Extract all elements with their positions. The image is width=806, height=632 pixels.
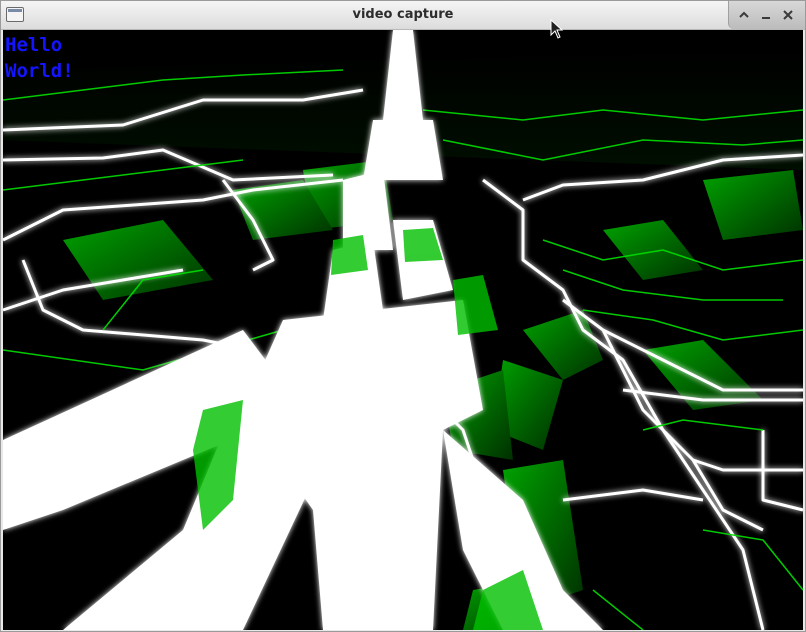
overlay-world: World! [5,60,74,82]
title-bar[interactable]: video capture [1,1,805,30]
mouse-pointer-icon [550,18,564,43]
maximize-icon[interactable] [737,8,751,22]
overlay-hello: Hello [5,34,63,56]
window-controls [728,1,805,29]
app-window: video capture Hello World! [0,0,806,632]
neon-grid-scene [3,30,803,630]
close-icon[interactable] [781,8,795,22]
video-canvas[interactable]: Hello World! [3,30,803,630]
minimize-icon[interactable] [759,8,773,22]
window-title: video capture [352,7,454,22]
overlay-text: Hello World! [5,32,74,84]
